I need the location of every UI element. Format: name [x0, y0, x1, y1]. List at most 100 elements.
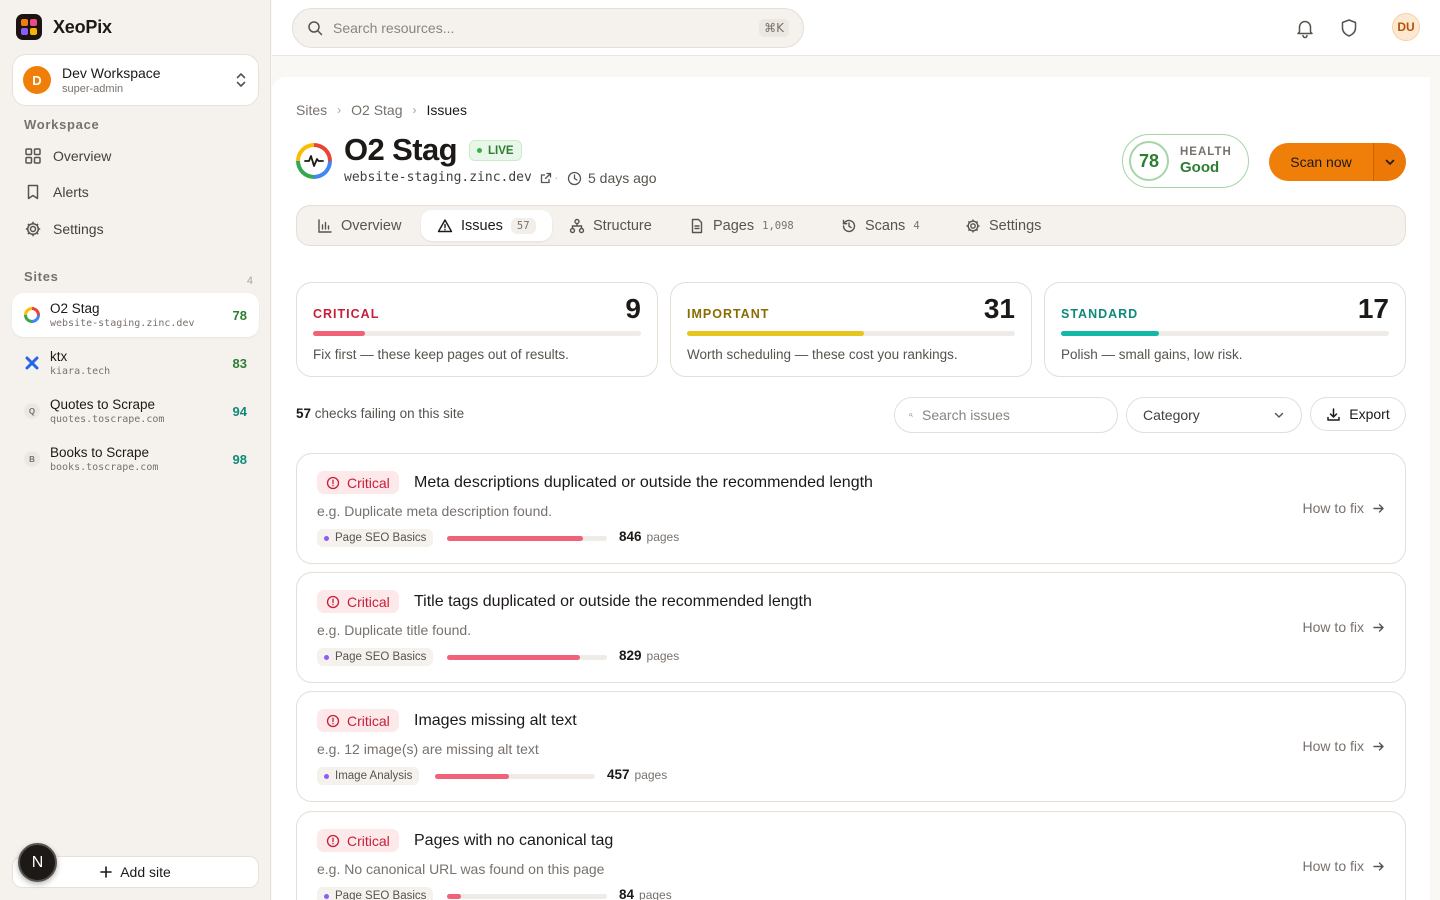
shield-icon[interactable]	[1338, 17, 1360, 39]
global-search[interactable]: ⌘K	[292, 8, 804, 48]
chevron-down-icon	[1274, 412, 1284, 418]
alert-circle-icon	[326, 476, 340, 489]
category-label: Page SEO Basics	[335, 890, 427, 900]
site-initial-icon: Q	[24, 403, 40, 419]
pages-affected-count: 457	[607, 767, 630, 782]
tab-bar: Overview Issues 57 Structure Pages 1,098…	[296, 205, 1406, 246]
category-dot	[324, 535, 329, 541]
workspace-role: super-admin	[62, 83, 124, 95]
tab-structure[interactable]: Structure	[553, 210, 668, 241]
scan-options-button[interactable]	[1373, 143, 1406, 181]
issue-card[interactable]: Critical Meta descriptions duplicated or…	[296, 453, 1406, 564]
how-to-fix-link[interactable]: How to fix	[1303, 500, 1385, 516]
chevron-right-icon: ›	[337, 103, 342, 117]
site-domain: books.toscrape.com	[50, 462, 159, 473]
sidebar-item-settings[interactable]: Settings	[24, 220, 104, 238]
sidebar-site-ktx[interactable]: ktx kiara.tech 83	[12, 341, 259, 385]
pages-affected-track	[447, 536, 607, 541]
how-to-fix-link[interactable]: How to fix	[1303, 858, 1385, 874]
sidebar-site-o2-stag[interactable]: O2 Stag website-staging.zinc.dev 78	[12, 293, 259, 337]
page-title: O2 Stag	[344, 132, 458, 167]
site-domain-text: website-staging.zinc.dev	[344, 170, 532, 185]
tab-count: 1,098	[762, 219, 794, 232]
issue-search[interactable]	[894, 397, 1118, 433]
breadcrumb-sites[interactable]: Sites	[296, 102, 327, 118]
stat-progress-track	[313, 331, 641, 336]
sidebar-site-quotes[interactable]: Q Quotes to Scrape quotes.toscrape.com 9…	[12, 389, 259, 433]
stat-card-important[interactable]: IMPORTANT 31 Worth scheduling — these co…	[670, 282, 1032, 377]
category-dot	[324, 773, 329, 779]
scan-now-button[interactable]: Scan now	[1269, 143, 1373, 181]
issue-example: e.g. Duplicate meta description found.	[317, 503, 553, 519]
sidebar-item-alerts[interactable]: Alerts	[24, 183, 89, 201]
severity-label: Critical	[347, 832, 390, 849]
site-domain: website-staging.zinc.dev	[50, 318, 195, 329]
stat-progress-track	[687, 331, 1015, 336]
brand-name: XeoPix	[53, 16, 112, 37]
stat-card-critical[interactable]: CRITICAL 9 Fix first — these keep pages …	[296, 282, 658, 377]
tab-pages[interactable]: Pages 1,098	[673, 210, 810, 241]
tab-issues[interactable]: Issues 57	[421, 210, 552, 241]
category-label: Image Analysis	[335, 770, 413, 782]
severity-label: Critical	[347, 593, 390, 610]
sitemap-icon	[569, 218, 585, 233]
severity-badge: Critical	[317, 829, 399, 852]
tab-settings[interactable]: Settings	[949, 210, 1057, 241]
chevron-up-down-icon	[236, 73, 246, 87]
health-label: HEALTH	[1180, 146, 1232, 158]
sites-section-label: Sites	[24, 269, 59, 284]
issue-search-input[interactable]	[922, 407, 1103, 423]
how-to-fix-link[interactable]: How to fix	[1303, 738, 1385, 754]
pages-affected-unit: pages	[634, 768, 668, 782]
category-label: Page SEO Basics	[335, 651, 427, 663]
pages-affected-unit: pages	[646, 649, 680, 663]
tab-label: Scans	[865, 217, 906, 234]
bell-icon[interactable]	[1294, 17, 1316, 39]
pages-affected-fill	[447, 536, 583, 541]
category-select-value: Category	[1143, 407, 1200, 423]
pages-affected-track	[435, 774, 595, 779]
pages-affected-unit: pages	[639, 888, 672, 900]
tab-count: 4	[913, 219, 920, 232]
dev-tools-badge[interactable]: N	[18, 843, 57, 882]
stat-label: CRITICAL	[313, 307, 380, 321]
health-status: Good	[1180, 159, 1220, 176]
pages-affected: 846 pages	[619, 529, 679, 544]
pages-affected-track	[447, 894, 607, 899]
issue-card[interactable]: Critical Title tags duplicated or outsid…	[296, 572, 1406, 683]
category-select[interactable]: Category	[1126, 397, 1302, 433]
severity-label: Critical	[347, 712, 390, 729]
tab-overview[interactable]: Overview	[301, 210, 417, 241]
pages-affected-track	[447, 655, 607, 660]
how-to-fix-link[interactable]: How to fix	[1303, 619, 1385, 635]
issue-example: e.g. No canonical URL was found on this …	[317, 861, 605, 877]
issue-card[interactable]: Critical Pages with no canonical tag e.g…	[296, 811, 1406, 900]
search-input[interactable]	[333, 20, 760, 36]
stat-description: Polish — small gains, low risk.	[1061, 347, 1243, 362]
external-link-icon	[540, 172, 551, 183]
document-icon	[691, 218, 703, 233]
site-domain-link[interactable]: website-staging.zinc.dev	[344, 170, 552, 185]
stat-count: 31	[983, 293, 1015, 324]
status-badge: LIVE	[469, 140, 522, 161]
export-button[interactable]: Export	[1310, 397, 1406, 431]
issue-example: e.g. 12 image(s) are missing alt text	[317, 741, 539, 757]
workspace-switcher[interactable]: D Dev Workspace super-admin	[12, 54, 259, 106]
health-score-pill[interactable]: 78 HEALTH Good	[1122, 134, 1249, 188]
brand[interactable]: XeoPix	[16, 14, 112, 40]
pages-affected-count: 829	[619, 648, 642, 663]
tab-count: 57	[510, 217, 536, 234]
stat-card-standard[interactable]: STANDARD 17 Polish — small gains, low ri…	[1044, 282, 1406, 377]
clock-icon	[567, 171, 582, 185]
category-dot	[324, 654, 329, 660]
issue-title: Pages with no canonical tag	[414, 832, 614, 849]
export-label: Export	[1349, 406, 1390, 422]
sidebar-item-overview[interactable]: Overview	[24, 147, 111, 165]
breadcrumb-site[interactable]: O2 Stag	[351, 102, 402, 118]
issue-example: e.g. Duplicate title found.	[317, 622, 472, 638]
user-avatar[interactable]: DU	[1392, 13, 1420, 41]
tab-scans[interactable]: Scans 4	[825, 210, 936, 241]
issue-card[interactable]: Critical Images missing alt text e.g. 12…	[296, 691, 1406, 802]
topbar: ⌘K DU	[272, 0, 1440, 56]
sidebar-site-books[interactable]: B Books to Scrape books.toscrape.com 98	[12, 437, 259, 481]
